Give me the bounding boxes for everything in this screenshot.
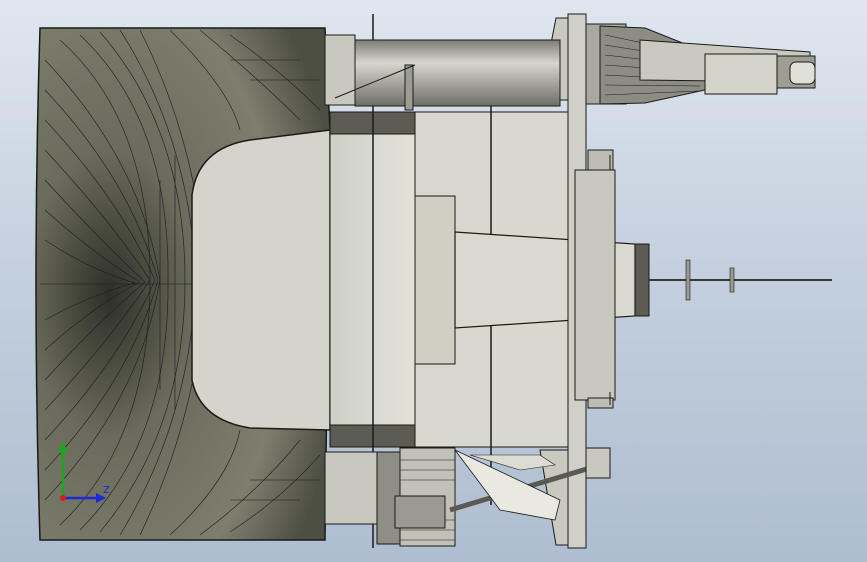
x-axis-dot	[60, 495, 66, 501]
center-cone[interactable]	[454, 231, 832, 329]
model-view[interactable]: Y Z	[0, 0, 867, 562]
cad-viewport[interactable]: Y Z	[0, 0, 867, 562]
y-axis-label: Y	[59, 444, 67, 455]
z-axis-label: Z	[103, 485, 110, 496]
deck-opening[interactable]	[191, 129, 331, 431]
